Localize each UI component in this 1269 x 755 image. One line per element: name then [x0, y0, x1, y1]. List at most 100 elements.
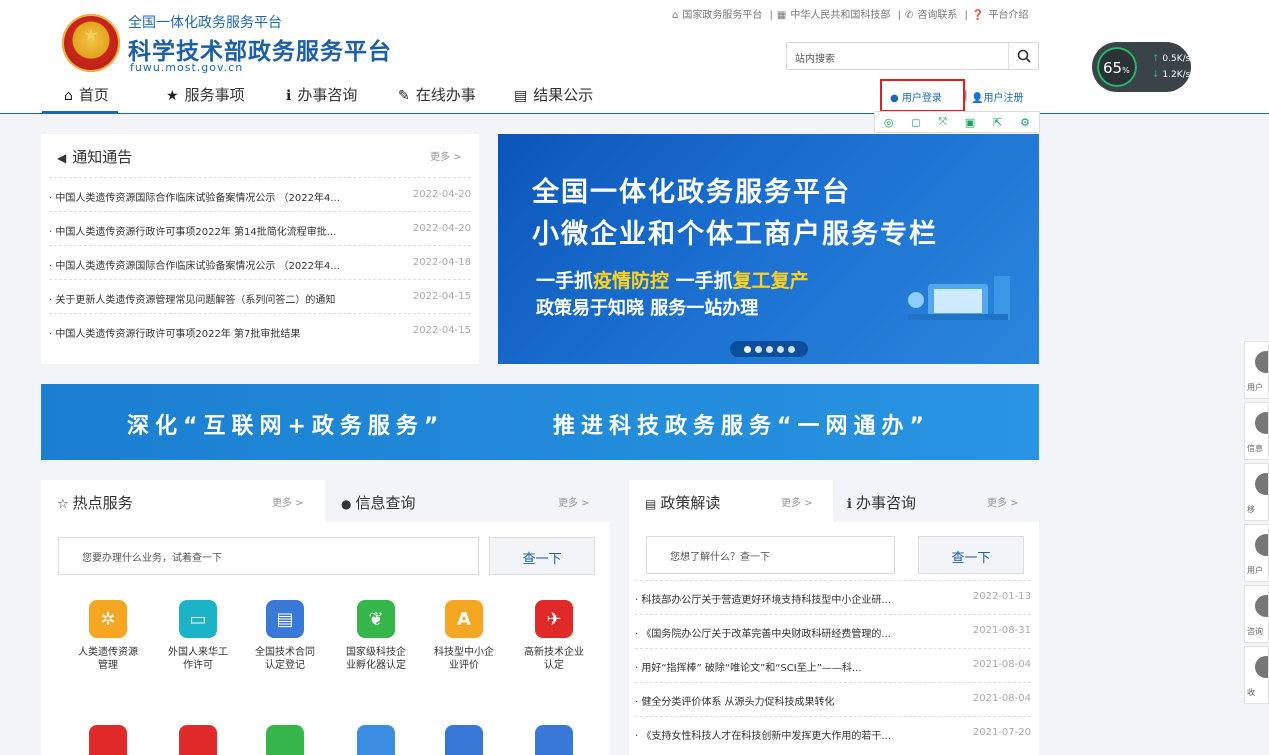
nav-results[interactable]: ▤ 结果公示	[514, 84, 593, 114]
hot-more-link[interactable]: 更多 >	[272, 494, 304, 509]
search-icon	[1017, 49, 1031, 63]
service-foreign-work-permit[interactable]: ▭ 外国人来华工 作许可	[157, 600, 239, 672]
notice-more-link[interactable]: 更多 >	[430, 148, 462, 163]
network-speed-widget[interactable]: 65% ↑ 0.5K/s ↓ 1.2K/s	[1092, 42, 1191, 92]
window-icon[interactable]: ◻	[911, 116, 920, 129]
logo-subtitle: 全国一体化政务服务平台	[128, 15, 282, 31]
notice-list: · 中国人类遗传资源国际合作临床试验备案情况公示 （2022年4... 2022-…	[49, 177, 471, 347]
policy-more-link[interactable]: 更多 >	[781, 494, 813, 509]
nav-online[interactable]: ✎ 在线办事	[398, 84, 476, 114]
hot-services-panel: ☆ 热点服务 更多 > ● 信息查询 更多 > 您要办理什么业务，试着查一下 查一下…	[41, 480, 610, 755]
list-item[interactable]: · 中国人类遗传资源国际合作临床试验备案情况公示 （2022年4... 2022-…	[49, 245, 471, 279]
banner-line2: 小微企业和个体工商户服务专栏	[532, 219, 938, 250]
save-icon[interactable]: ▣	[965, 116, 975, 129]
sidebar-item-consult[interactable]: 咨询	[1244, 585, 1269, 643]
list-item[interactable]: · 用好“指挥棒” 破除“唯论文”和“SCI至上”——科... 2021-08-0…	[635, 648, 1031, 682]
banner-illustration	[908, 276, 1010, 320]
upload-speed: ↑ 0.5K/s	[1152, 54, 1191, 64]
service-icon-row2-5[interactable]	[445, 725, 483, 755]
site-header: 全国一体化政务服务平台 科学技术部政务服务平台 fuwu.most.gov.cn…	[0, 0, 1269, 114]
banner-line1: 全国一体化政务服务平台	[532, 177, 851, 208]
policy-search-button[interactable]: 查一下	[918, 536, 1024, 574]
refresh-icon[interactable]: ◎	[884, 116, 894, 129]
notice-title: ◀ 通知通告	[57, 148, 133, 166]
search-input[interactable]: 站内搜索	[795, 50, 835, 65]
sidebar-item-collapse[interactable]: 收	[1244, 646, 1269, 704]
hot-search-input[interactable]: 您要办理什么业务，试着查一下	[58, 537, 479, 575]
building-icon: ▦	[776, 10, 787, 21]
sidebar-item-user-center[interactable]: 用户	[1244, 524, 1269, 582]
toplink-contact[interactable]: 咨询联系	[917, 10, 957, 21]
toplink-national-platform[interactable]: 国家政务服务平台	[682, 10, 762, 21]
settings-icon[interactable]: ⚙	[1020, 116, 1030, 129]
list-item[interactable]: · 科技部办公厅关于营造更好环境支持科技型中小企业研... 2022-01-13	[635, 580, 1031, 614]
slogan-right: 推进科技政务服务“一网通办”	[553, 414, 930, 439]
toplink-most[interactable]: 中华人民共和国科技部	[790, 10, 890, 21]
nav-home[interactable]: ⌂ 首页	[42, 84, 118, 114]
list-item[interactable]: · 中国人类遗传资源行政许可事项2022年 第7批审批结果 2022-04-15	[49, 313, 471, 347]
info-icon: ℹ	[286, 88, 292, 104]
list-item[interactable]: · 关于更新人类遗传资源管理常见问题解答（系列问答二）的通知 2022-04-15	[49, 279, 471, 313]
torch-icon: ✈	[535, 600, 573, 638]
star-icon: ★	[166, 88, 179, 104]
top-links: ⌂ 国家政务服务平台 | ▦ 中华人民共和国科技部 | ✆ 咨询联系 | ❓ 平台介绍	[672, 10, 1029, 21]
user-icon: ●	[890, 93, 899, 104]
toplink-about[interactable]: 平台介绍	[988, 10, 1028, 21]
tab-policy[interactable]: ▤ 政策解读	[645, 480, 720, 522]
tab-hot-services[interactable]: ☆ 热点服务	[57, 480, 133, 522]
accessibility-toolbar: ◎ ◻ ⤧ ▣ ⇱ ⚙	[874, 111, 1040, 133]
list-item[interactable]: · 中国人类遗传资源行政许可事项2022年 第14批简化流程审批... 2022-…	[49, 211, 471, 245]
sprout-icon: ❦	[357, 600, 395, 638]
document-icon: ▤	[514, 88, 528, 104]
user-center-icon	[1255, 534, 1268, 556]
logo-url: fuwu.most.gov.cn	[130, 61, 244, 74]
info-icon: ℹ	[847, 497, 852, 512]
service-sme-evaluation[interactable]: A 科技型中小企 业评价	[423, 600, 505, 672]
info-more-link[interactable]: 更多 >	[558, 494, 590, 509]
chat-icon	[1255, 595, 1268, 617]
banner-line4: 政策易于知晓 服务一站办理	[536, 298, 759, 319]
site-search[interactable]: 站内搜索	[786, 42, 1039, 70]
service-icon-row2-3[interactable]	[266, 725, 304, 755]
service-hightech[interactable]: ✈ 高新技术企业 认定	[513, 600, 595, 672]
policy-search-input[interactable]: 您想了解什么？查一下	[646, 536, 895, 574]
share-icon[interactable]: ⇱	[993, 116, 1002, 129]
list-item[interactable]: · 《国务院办公厅关于改革完善中央财政科研经费管理的... 2021-08-31	[635, 614, 1031, 648]
list-item[interactable]: · 《支持女性科技人才在科技创新中发挥更大作用的若干... 2021-07-20	[635, 716, 1031, 750]
info-icon	[1255, 412, 1268, 434]
hot-search-button[interactable]: 查一下	[489, 537, 595, 575]
service-icon-row2-2[interactable]	[179, 725, 217, 755]
sidebar-item-user[interactable]: 用户	[1244, 341, 1269, 399]
slogan-left: 深化“互联网+政务服务”	[127, 414, 445, 439]
consult-more-link[interactable]: 更多 >	[987, 494, 1019, 509]
policy-list: · 科技部办公厅关于营造更好环境支持科技型中小企业研... 2022-01-13 …	[635, 580, 1031, 750]
sidebar-item-mobile[interactable]: 移	[1244, 463, 1269, 521]
clipboard-icon: ▤	[266, 600, 304, 638]
notice-panel: ◀ 通知通告 更多 > · 中国人类遗传资源国际合作临床试验备案情况公示 （202…	[41, 134, 479, 364]
grade-a-icon: A	[445, 600, 483, 638]
nav-consult[interactable]: ℹ 办事咨询	[286, 84, 357, 114]
list-item[interactable]: · 健全分类评价体系 从源头力促科技成果转化 2021-08-04	[635, 682, 1031, 716]
search-button[interactable]	[1008, 43, 1038, 69]
nav-services[interactable]: ★ 服务事项	[166, 84, 245, 114]
user-login-button[interactable]: ● 用户登录	[880, 79, 965, 112]
service-hgrm[interactable]: ✲ 人类遗传资源 管理	[67, 600, 149, 672]
fullscreen-icon[interactable]: ⤧	[938, 115, 947, 129]
user-icon	[1255, 351, 1268, 373]
service-icon-row2-1[interactable]	[89, 725, 127, 755]
speed-gauge: 65%	[1094, 44, 1140, 90]
service-icon-row2-4[interactable]	[357, 725, 395, 755]
floating-sidebar: 用户 信息 移 用户 咨询 收	[1244, 341, 1269, 704]
hero-banner[interactable]: 全国一体化政务服务平台 小微企业和个体工商户服务专栏 一手抓疫情防控 一手抓复工…	[498, 134, 1039, 364]
service-incubator[interactable]: ❦ 国家级科技企 业孵化器认定	[335, 600, 417, 672]
list-item[interactable]: · 中国人类遗传资源国际合作临床试验备案情况公示 （2022年4... 2022-…	[49, 177, 471, 211]
home-icon: ⌂	[672, 10, 679, 21]
service-icon-row2-6[interactable]	[535, 725, 573, 755]
phone-icon: ✆	[904, 10, 914, 21]
user-register-button[interactable]: 👤用户注册	[971, 89, 1023, 104]
service-tech-contract[interactable]: ▤ 全国技术合同 认定登记	[244, 600, 326, 672]
banner-line3: 一手抓疫情防控 一手抓复工复产	[536, 270, 809, 292]
document-icon: ▤	[645, 497, 657, 511]
carousel-dots[interactable]	[730, 341, 808, 357]
sidebar-item-info[interactable]: 信息	[1244, 402, 1269, 460]
